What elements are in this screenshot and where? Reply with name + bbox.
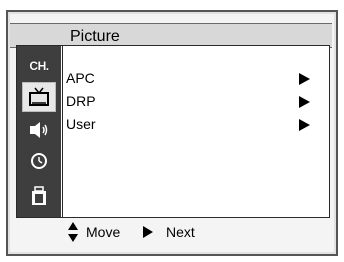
menu-item-label: APC xyxy=(66,70,95,86)
menu-item-label: User xyxy=(66,116,96,132)
sidebar-item-time[interactable] xyxy=(20,147,58,175)
tv-icon xyxy=(29,87,49,106)
clock-icon xyxy=(31,153,47,169)
sidebar-item-channel[interactable]: CH. xyxy=(20,52,58,80)
right-arrow-icon xyxy=(299,96,310,108)
next-hint: Next xyxy=(166,224,195,240)
menu-item-user[interactable]: User xyxy=(66,114,310,134)
sidebar-item-picture[interactable] xyxy=(22,82,56,112)
move-hint: Move xyxy=(86,224,121,240)
page-title: Picture xyxy=(70,28,120,45)
channel-icon: CH. xyxy=(29,59,49,73)
menu-item-apc[interactable]: APC xyxy=(66,68,310,88)
setup-icon xyxy=(32,186,46,205)
right-arrow-icon xyxy=(299,119,310,131)
menu-item-label: DRP xyxy=(66,93,96,109)
menu-item-drp[interactable]: DRP xyxy=(66,91,310,111)
up-down-arrow-icon xyxy=(68,222,78,242)
sidebar-item-sound[interactable] xyxy=(20,116,58,144)
right-arrow-icon xyxy=(143,226,153,238)
speaker-icon xyxy=(30,122,48,138)
sidebar-item-setup[interactable] xyxy=(20,182,58,210)
right-arrow-icon xyxy=(299,73,310,85)
